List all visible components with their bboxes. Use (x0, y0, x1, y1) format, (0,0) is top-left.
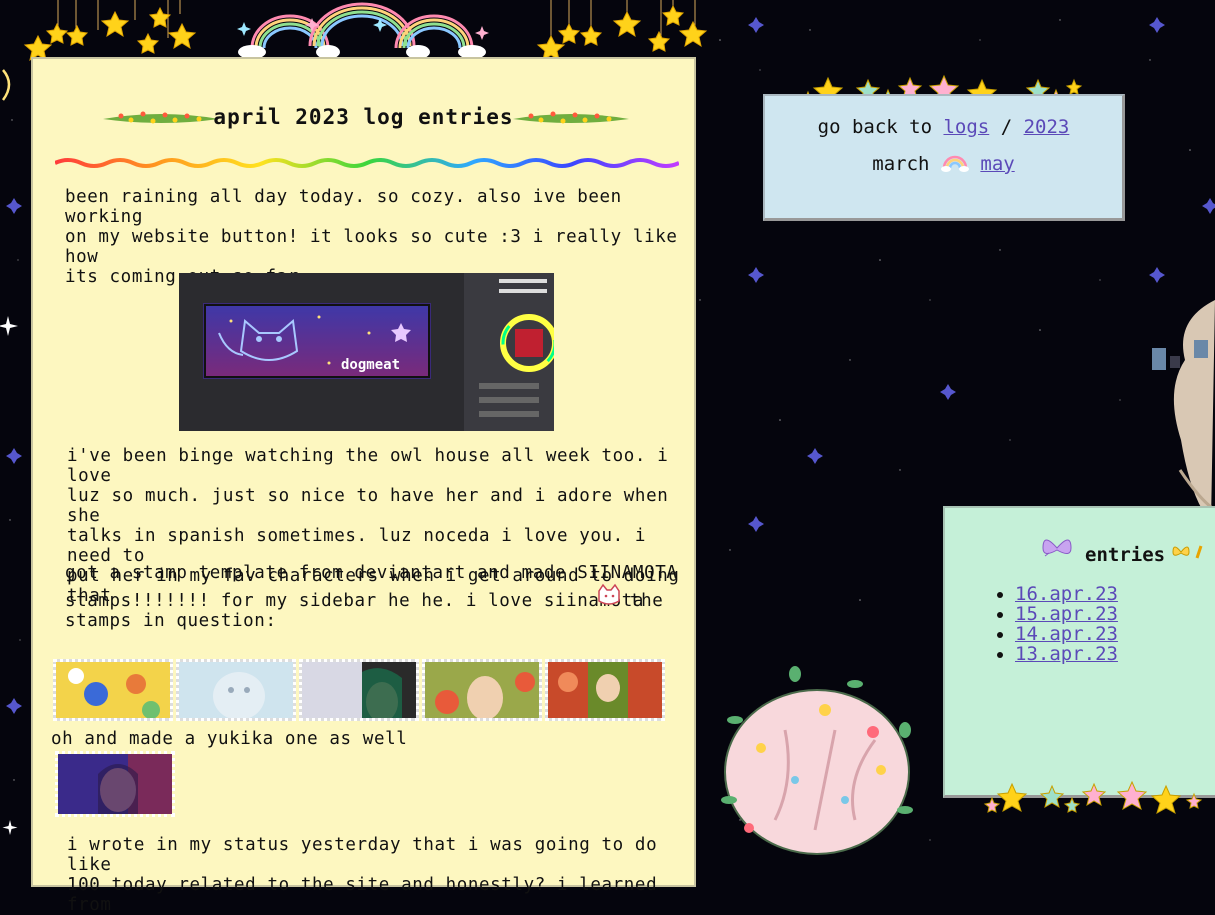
next-month-link[interactable]: may (980, 153, 1014, 175)
hanging-stars-left-decoration (20, 0, 200, 62)
plant-creature-decoration (705, 660, 930, 864)
entry-paragraph-4: oh and made a yukika one as well (51, 729, 408, 749)
entry-paragraph-3d: stamps in question: (65, 611, 277, 631)
butterfly-icon (1039, 532, 1075, 566)
entry-link-15-apr-23[interactable]: 15.apr.23 (1015, 603, 1118, 625)
rainbow-wave-divider (54, 155, 680, 174)
entry-paragraph-3a: got a stamp template from deviantart and… (65, 563, 678, 583)
entries-list: 16.apr.23 15.apr.23 14.apr.23 13.apr.23 (1015, 584, 1118, 664)
stamp-image (422, 659, 542, 721)
stamp-image (176, 659, 296, 721)
rainbow-clouds-decoration (232, 0, 492, 62)
stamp-row (53, 659, 665, 721)
log-entries-panel: april 2023 log entries been raining all … (31, 57, 696, 915)
stamp-image (545, 659, 665, 721)
stamp-image (53, 659, 173, 721)
prev-month-label: march (872, 153, 930, 175)
cat-emoji-icon (595, 583, 623, 611)
butterfly-yellow-icon (1171, 542, 1211, 566)
entry-paragraph-5: i wrote in my status yesterday that i wa… (67, 835, 658, 915)
list-item: 16.apr.23 (1015, 584, 1118, 604)
entry-paragraph-1: been raining all day today. so cozy. als… (65, 187, 678, 287)
stamp-image (299, 659, 419, 721)
entry-paragraph-3b: stamps!!!!!!! for my sidebar he he. i lo… (65, 591, 645, 611)
flower-garland-right-decoration (511, 109, 631, 131)
entry-link-16-apr-23[interactable]: 16.apr.23 (1015, 583, 1118, 605)
entries-title: entries (1085, 544, 1166, 566)
yukika-stamp-image (55, 751, 175, 817)
year-2023-link[interactable]: 2023 (1024, 116, 1070, 138)
nav-go-back-label: go back to (817, 116, 933, 138)
entry-paragraph-3c: the (630, 591, 664, 611)
nav-separator: / (1000, 116, 1013, 138)
list-item: 14.apr.23 (1015, 624, 1118, 644)
log-navigation-box: go back to logs / 2023 march may (763, 94, 1125, 221)
pastel-stars-entries-decoration (982, 778, 1215, 822)
logs-link[interactable]: logs (943, 116, 989, 138)
entry-link-13-apr-23[interactable]: 13.apr.23 (1015, 643, 1118, 665)
nav-month-line: march may (765, 152, 1122, 177)
plush-cat-decoration (1140, 300, 1215, 529)
entry-link-14-apr-23[interactable]: 14.apr.23 (1015, 623, 1118, 645)
rainbow-cloud-icon (940, 152, 969, 177)
hanging-stars-right-decoration (535, 0, 715, 62)
list-item: 13.apr.23 (1015, 644, 1118, 664)
website-button-screenshot: dogmeat (179, 273, 558, 431)
button-text: dogmeat (341, 357, 400, 373)
entries-sidebar-box: entries 16.apr.23 15.apr.23 14.apr.23 13… (943, 506, 1215, 798)
nav-back-line: go back to logs / 2023 (765, 116, 1122, 138)
list-item: 15.apr.23 (1015, 604, 1118, 624)
